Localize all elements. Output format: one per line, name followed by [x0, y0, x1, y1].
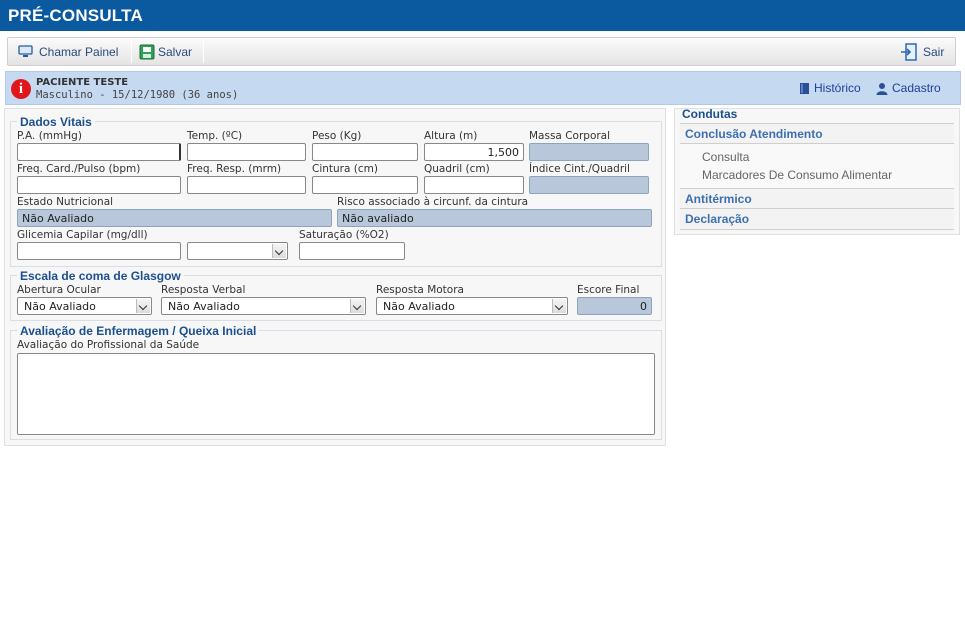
patient-details: Masculino - 15/12/1980 (36 anos): [36, 89, 239, 101]
salvar-button[interactable]: Salvar: [139, 38, 192, 65]
toolbar-divider: [131, 40, 132, 63]
cadastro-label: Cadastro: [892, 81, 941, 95]
quadril-label: Quadril (cm): [424, 163, 490, 175]
estado-nutricional-field: Não Avaliado: [17, 209, 332, 227]
historico-link[interactable]: Histórico: [799, 81, 861, 95]
glicemia-input[interactable]: [17, 242, 181, 260]
chevron-down-icon: [136, 299, 150, 313]
temp-label: Temp. (ºC): [187, 130, 243, 142]
pa-label: P.A. (mmHg): [17, 130, 82, 142]
freq-resp-input[interactable]: [187, 176, 306, 194]
resposta-verbal-value: Não Avaliado: [168, 300, 240, 313]
indice-cint-quadril-field: [529, 176, 649, 194]
peso-input[interactable]: [312, 143, 418, 161]
temp-input[interactable]: [187, 143, 306, 161]
toolbar: Chamar Painel Salvar Sair: [7, 37, 956, 66]
sair-label: Sair: [923, 44, 945, 59]
freq-card-label: Freq. Card./Pulso (bpm): [17, 163, 141, 175]
declaracao-header[interactable]: Declaração: [680, 209, 954, 230]
marcadores-consumo-item[interactable]: Marcadores De Consumo Alimentar: [702, 168, 892, 182]
peso-label: Peso (Kg): [312, 130, 362, 142]
form-panel: Dados Vitais P.A. (mmHg) Temp. (ºC) Peso…: [4, 108, 666, 446]
glasgow-legend: Escala de coma de Glasgow: [17, 269, 184, 283]
chamar-painel-button[interactable]: Chamar Painel: [18, 38, 118, 65]
historico-label: Histórico: [814, 81, 861, 95]
monitor-icon: [18, 45, 33, 57]
resposta-motora-label: Resposta Motora: [376, 284, 464, 296]
resposta-verbal-select[interactable]: Não Avaliado: [161, 297, 366, 315]
risco-cintura-label: Risco associado à circunf. da cintura: [337, 196, 529, 208]
escore-final-label: Escore Final: [577, 284, 640, 296]
chamar-painel-label: Chamar Painel: [39, 44, 119, 59]
escore-final-field: 0: [577, 297, 652, 315]
resposta-verbal-label: Resposta Verbal: [161, 284, 246, 296]
estado-nutricional-label: Estado Nutricional: [17, 196, 114, 208]
massa-corporal-label: Massa Corporal: [529, 130, 611, 142]
massa-corporal-field: [529, 143, 649, 161]
book-icon: [800, 82, 809, 94]
glicemia-label: Glicemia Capilar (mg/dll): [17, 229, 148, 241]
dados-vitais-legend: Dados Vitais: [17, 115, 95, 129]
condutas-title: Condutas: [682, 107, 738, 121]
abertura-ocular-value: Não Avaliado: [24, 300, 96, 313]
save-icon: [139, 44, 155, 59]
info-warning-icon: i: [11, 79, 31, 99]
saturacao-input[interactable]: [299, 242, 405, 260]
consulta-item[interactable]: Consulta: [702, 150, 749, 164]
title-bar: PRÉ-CONSULTA: [0, 0, 965, 31]
pa-input[interactable]: [17, 143, 181, 161]
page-title: PRÉ-CONSULTA: [8, 6, 143, 25]
chevron-down-icon: [552, 299, 566, 313]
salvar-label: Salvar: [158, 44, 193, 59]
risco-cintura-field: Não avaliado: [337, 209, 652, 227]
abertura-ocular-select[interactable]: Não Avaliado: [17, 297, 152, 315]
cintura-input[interactable]: [312, 176, 418, 194]
glicemia-period-select[interactable]: [187, 242, 288, 260]
resposta-motora-value: Não Avaliado: [383, 300, 455, 313]
sair-button[interactable]: Sair: [900, 38, 944, 65]
abertura-ocular-label: Abertura Ocular: [17, 284, 101, 296]
indice-cint-quadril-label: Índice Cint./Quadril: [529, 163, 630, 175]
patient-name: PACIENTE TESTE: [36, 77, 129, 88]
resposta-motora-select[interactable]: Não Avaliado: [376, 297, 568, 315]
exit-door-icon: [901, 42, 917, 61]
conclusao-atendimento-header[interactable]: Conclusão Atendimento: [680, 123, 954, 144]
cadastro-link[interactable]: Cadastro: [876, 81, 941, 95]
freq-resp-label: Freq. Resp. (mrm): [187, 163, 282, 175]
avaliacao-profissional-textarea[interactable]: [17, 353, 655, 435]
user-icon: [876, 82, 888, 95]
avaliacao-legend: Avaliação de Enfermagem / Queixa Inicial: [17, 324, 260, 338]
patient-info-bar: i PACIENTE TESTE Masculino - 15/12/1980 …: [5, 71, 961, 105]
toolbar-divider: [203, 40, 204, 63]
altura-label: Altura (m): [424, 130, 478, 142]
quadril-input[interactable]: [424, 176, 524, 194]
saturacao-label: Saturação (%O2): [299, 229, 389, 241]
altura-input[interactable]: 1,500: [424, 143, 524, 161]
chevron-down-icon: [350, 299, 364, 313]
avaliacao-profissional-label: Avaliação do Profissional da Saúde: [17, 339, 200, 351]
freq-card-input[interactable]: [17, 176, 181, 194]
chevron-down-icon: [272, 244, 286, 258]
antitermico-header[interactable]: Antitérmico: [680, 188, 954, 209]
cintura-label: Cintura (cm): [312, 163, 378, 175]
